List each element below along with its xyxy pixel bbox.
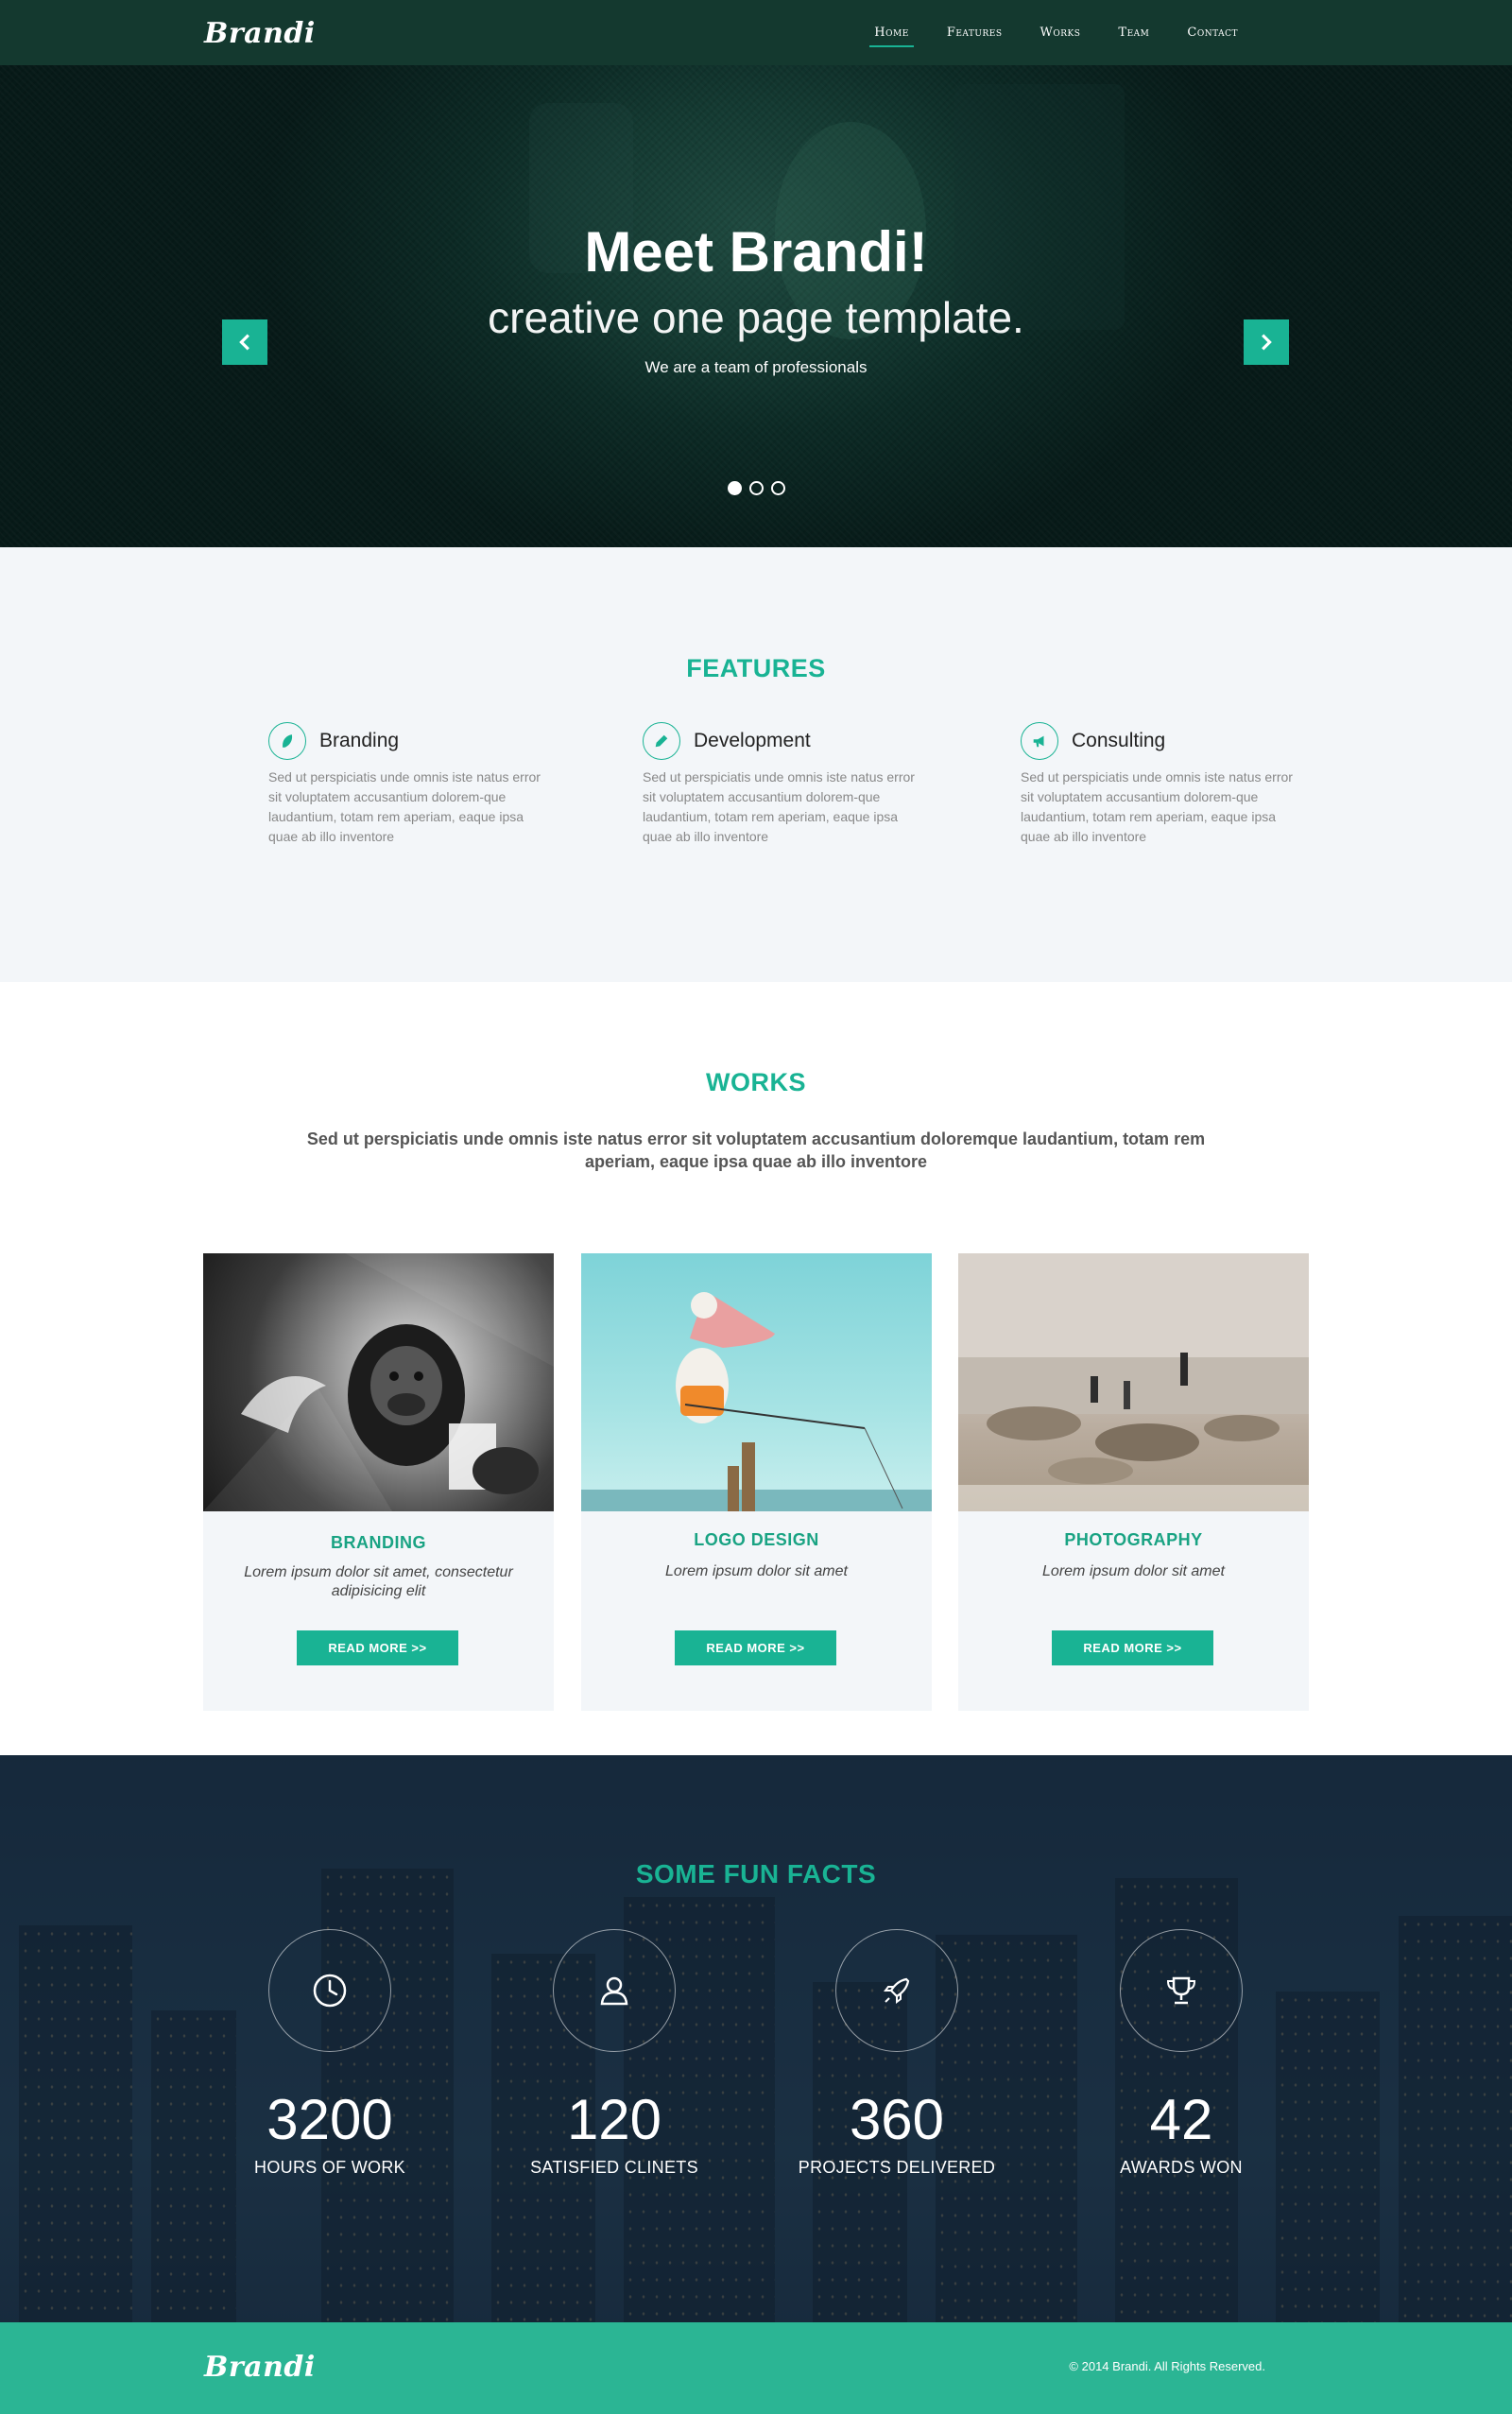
fact-label: AWARDS WON <box>1120 2158 1243 2177</box>
feature-name: Branding <box>319 730 400 751</box>
work-card-title: BRANDING <box>331 1533 426 1552</box>
read-more-button[interactable]: READ MORE >> <box>297 1630 458 1665</box>
header-logo[interactable]: Brandi <box>204 17 316 50</box>
fact-awards: 42 AWARDS WON <box>1040 1929 1323 2178</box>
slider-dot[interactable] <box>770 481 785 495</box>
nav-item-contact[interactable]: Contact <box>1182 20 1243 45</box>
feature-name: Consulting <box>1072 730 1166 751</box>
works-intro: Sed ut perspiciatis unde omnis iste natu… <box>306 1129 1206 1171</box>
rocket-icon <box>884 1977 910 2004</box>
feature-text: Sed ut perspiciatis unde omnis iste natu… <box>268 769 541 844</box>
feather-icon <box>268 722 306 760</box>
nav-item-home[interactable]: Home <box>869 20 914 47</box>
hero-subtitle: creative one page template. <box>488 293 1024 342</box>
feature-consulting: Consulting Sed ut perspiciatis unde omni… <box>1021 722 1295 847</box>
read-more-button[interactable]: READ MORE >> <box>1052 1630 1213 1665</box>
pencil-icon <box>643 722 680 760</box>
feature-branding: Branding Sed ut perspiciatis unde omnis … <box>268 722 542 847</box>
site-footer: Brandi © 2014 Brandi. All Rights Reserve… <box>0 2322 1512 2414</box>
fun-facts-section: SOME FUN FACTS 3200 HOURS OF WORK 120 SA… <box>0 1755 1512 2322</box>
work-image-shore[interactable] <box>958 1253 1309 1511</box>
fact-label: SATISFIED CLINETS <box>530 2158 698 2177</box>
work-card-description: Lorem ipsum dolor sit amet, consectetur … <box>244 1564 513 1599</box>
footer-logo[interactable]: Brandi <box>204 2351 316 2384</box>
feature-name: Development <box>694 730 811 751</box>
trophy-icon <box>1166 1976 1196 2005</box>
rocky-shore-image <box>958 1253 1309 1511</box>
read-more-button[interactable]: READ MORE >> <box>675 1630 836 1665</box>
works-title: WORKS <box>706 1068 806 1096</box>
work-card-description: Lorem ipsum dolor sit amet <box>665 1563 848 1579</box>
hero-title: Meet Brandi! <box>584 220 928 284</box>
work-card-description: Lorem ipsum dolor sit amet <box>1042 1563 1225 1579</box>
gorilla-artwork-image <box>203 1253 554 1511</box>
fact-number: 42 <box>1149 2088 1213 2151</box>
feature-text: Sed ut perspiciatis unde omnis iste natu… <box>643 769 915 844</box>
copyright-text: © 2014 Brandi. All Rights Reserved. <box>1069 2359 1265 2373</box>
features-title: FEATURES <box>686 654 826 682</box>
fact-number: 3200 <box>266 2088 393 2151</box>
hero-slider: Meet Brandi! creative one page template.… <box>0 65 1512 547</box>
fact-hours: 3200 HOURS OF WORK <box>188 1929 472 2178</box>
work-card-logo-design: LOGO DESIGN Lorem ipsum dolor sit amet R… <box>581 1253 932 1711</box>
work-card-photography: PHOTOGRAPHY Lorem ipsum dolor sit amet R… <box>958 1253 1309 1711</box>
site-header: Brandi Home Features Works Team Contact <box>0 0 1512 65</box>
hero-tagline: We are a team of professionals <box>644 358 868 376</box>
fact-clients: 120 SATISFIED CLINETS <box>472 1929 756 2178</box>
work-card-title: PHOTOGRAPHY <box>1064 1530 1203 1549</box>
fact-label: HOURS OF WORK <box>254 2158 405 2177</box>
fact-number: 120 <box>566 2088 662 2151</box>
work-card-title: LOGO DESIGN <box>694 1530 819 1549</box>
fact-label: PROJECTS DELIVERED <box>798 2158 996 2177</box>
nav-item-features[interactable]: Features <box>942 20 1007 45</box>
work-image-gorilla[interactable] <box>203 1253 554 1511</box>
feature-development: Development Sed ut perspiciatis unde omn… <box>643 722 917 847</box>
features-section: FEATURES Branding Sed ut perspiciatis un… <box>0 547 1512 982</box>
work-image-pelican[interactable] <box>581 1253 932 1511</box>
fact-number: 360 <box>849 2088 945 2151</box>
feature-text: Sed ut perspiciatis unde omnis iste natu… <box>1021 769 1293 844</box>
slider-dots <box>0 481 1512 495</box>
slider-dot[interactable] <box>727 481 742 495</box>
slider-dot[interactable] <box>748 481 764 495</box>
clock-icon <box>313 1974 347 2008</box>
user-icon <box>600 1976 628 2006</box>
megaphone-icon <box>1021 722 1058 760</box>
nav-item-works[interactable]: Works <box>1036 20 1086 45</box>
facts-title: SOME FUN FACTS <box>635 1859 877 1888</box>
works-section: WORKS Sed ut perspiciatis unde omnis ist… <box>0 982 1512 1755</box>
pelican-fishing-image <box>581 1292 932 1511</box>
nav-item-team[interactable]: Team <box>1113 20 1154 45</box>
main-nav: Home Features Works Team Contact <box>841 0 1243 65</box>
work-card-branding: BRANDING Lorem ipsum dolor sit amet, con… <box>203 1253 554 1711</box>
fact-projects: 360 PROJECTS DELIVERED <box>755 1929 1039 2178</box>
